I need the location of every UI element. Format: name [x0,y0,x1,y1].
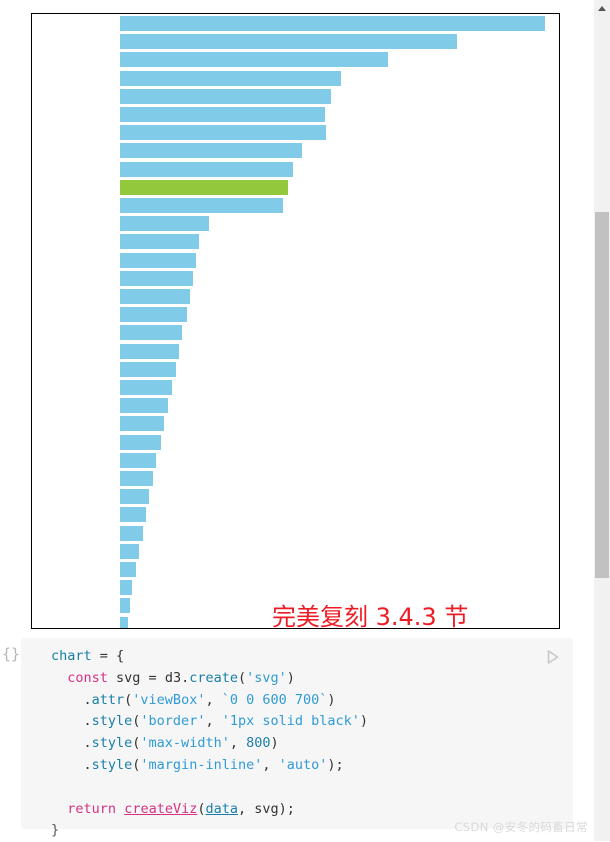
bar [120,270,193,286]
code-token: style [91,735,133,752]
bar [120,398,169,414]
code-token: svg [107,669,149,686]
code-token: , svg); [238,800,295,817]
scrollbar-thumb[interactable] [595,212,609,578]
code-token: , [229,735,247,752]
code-token: 'svg' [246,669,287,686]
bar [120,434,161,450]
code-text[interactable]: chart = { const svg = d3.create('svg') .… [51,646,539,842]
bar [120,543,140,559]
code-token: ) [270,735,279,752]
bar [120,70,342,86]
bar [120,380,172,395]
code-cell: {} chart = { const svg = d3.create('svg'… [0,633,594,841]
bar [120,507,146,523]
code-token: d3 [164,669,182,686]
code-token: 'auto' [278,756,328,773]
code-token: ) [327,691,336,708]
code-token: ) [286,669,295,686]
bar [120,471,154,486]
code-token: ) [359,713,369,730]
bar [120,307,187,323]
code-editor-panel[interactable]: chart = { const svg = d3.create('svg') .… [21,638,573,838]
bar [120,562,137,577]
bar [120,416,164,432]
bar [120,34,457,50]
code-token: = { [99,648,125,664]
scroll-up-arrow-icon[interactable] [594,2,610,14]
bar [120,179,289,195]
code-token: 'border' [140,713,206,730]
code-token: createViz [124,800,198,817]
code-token: `0 0 600 700` [221,691,328,708]
code-token: data [205,800,238,817]
code-token: attr [91,691,125,708]
code-token: = [148,669,165,686]
bar [120,452,157,468]
code-token: 'max-width' [140,735,230,752]
code-token: create [189,669,238,686]
bar [120,52,389,68]
bar [120,143,303,159]
code-token: 'viewBox' [132,691,206,708]
annotation-line-1: 完美复刻 3.4.3 节 [272,603,469,631]
code-token: , [205,713,222,730]
bar [120,125,327,141]
code-token: ); [327,756,344,773]
code-token: chart [51,648,100,664]
bar [120,88,332,104]
page-scrollbar[interactable] [594,0,610,841]
bar [120,598,130,614]
code-token: '1px solid black' [221,713,360,730]
bar [120,525,143,541]
code-token: 800 [246,735,271,752]
bar [120,107,325,122]
code-token: . [51,756,92,773]
code-token: . [51,691,92,708]
code-token: style [91,713,133,730]
code-token: return [67,800,117,817]
code-token: . [181,669,190,686]
bar [120,252,197,268]
code-token: 'margin-inline' [140,756,263,773]
bar [120,16,545,31]
code-token: , [205,691,222,708]
bar [120,161,293,177]
bar [120,616,128,628]
code-token: const [67,669,108,686]
code-token: ( [238,669,247,686]
code-token: style [91,756,133,773]
bar [120,343,180,359]
bar [120,325,183,341]
bar [120,361,176,377]
bar [120,198,284,213]
bar [120,289,190,304]
code-token: } [51,822,60,839]
braces-icon[interactable]: {} [2,645,20,663]
bar [120,216,210,232]
code-token: . [51,713,92,730]
bar [120,234,200,250]
chart-output-cell: 完美复刻 3.4.3 节 最终的条形图效果! [0,0,594,733]
code-token: , [262,756,279,773]
bar [120,489,149,505]
bar [120,580,132,596]
play-icon[interactable] [545,648,561,666]
watermark: CSDN @安冬的码畜日常 [454,820,588,834]
code-token: . [51,735,92,752]
